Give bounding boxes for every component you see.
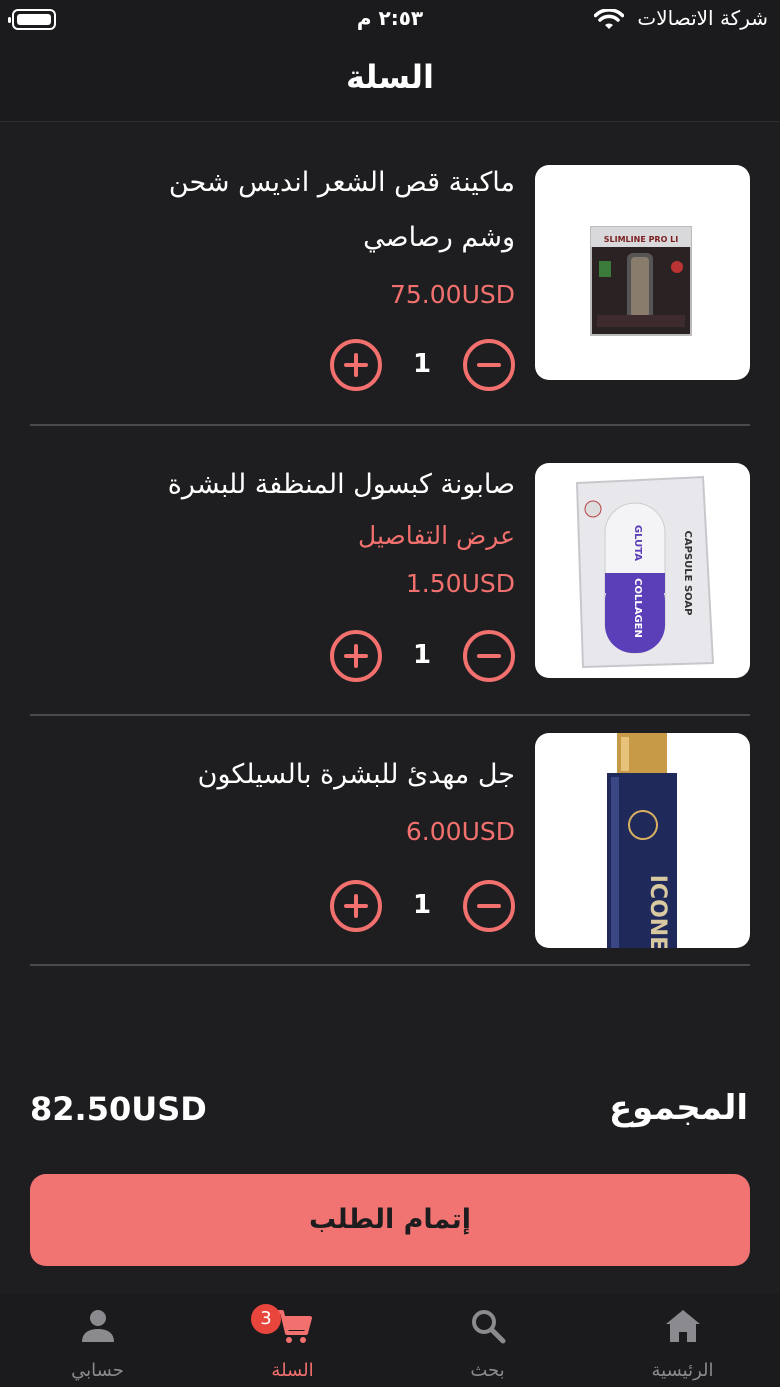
decrease-quantity-button[interactable] <box>463 339 515 391</box>
tab-account-label: حسابي <box>71 1360 124 1381</box>
quantity-stepper: 1 <box>330 630 515 684</box>
product-name[interactable]: جل مهدئ للبشرة بالسيلكون <box>115 747 515 802</box>
carrier-name: شركة الاتصالات <box>637 6 768 30</box>
product-name-line2[interactable]: وشم رصاصي <box>115 210 515 265</box>
product-name[interactable]: ماكينة قص الشعر انديس شحن <box>115 155 515 210</box>
hair-clipper-product-image[interactable]: SLIMLINE PRO LI <box>535 165 750 380</box>
quantity-value: 1 <box>412 890 432 920</box>
total-value: 82.50USD <box>30 1090 207 1128</box>
header: السلة <box>0 40 780 122</box>
increase-quantity-button[interactable] <box>330 880 382 932</box>
decrease-quantity-button[interactable] <box>463 880 515 932</box>
increase-quantity-button[interactable] <box>330 630 382 682</box>
tab-cart[interactable]: 3 السلة <box>195 1294 390 1387</box>
product-price: 75.00USD <box>390 280 515 309</box>
svg-text:COLLAGEN: COLLAGEN <box>632 578 643 638</box>
increase-quantity-button[interactable] <box>330 339 382 391</box>
cart-item: SLIMLINE PRO LI ماكينة قص الشعر انديس شح… <box>30 165 750 391</box>
item-info: جل مهدئ للبشرة بالسيلكون 6.00USD <box>115 747 515 856</box>
quantity-value: 1 <box>412 349 432 379</box>
svg-text:SLIMLINE PRO LI: SLIMLINE PRO LI <box>604 235 679 244</box>
item-info: ماكينة قص الشعر انديس شحن وشم رصاصي 75.0… <box>115 155 515 319</box>
product-name[interactable]: صابونة كبسول المنظفة للبشرة <box>115 457 515 512</box>
svg-text:ICONE: ICONE <box>645 875 670 948</box>
home-icon <box>666 1310 700 1342</box>
svg-text:CAPSULE SOAP: CAPSULE SOAP <box>682 531 693 616</box>
page-title: السلة <box>345 58 434 96</box>
quantity-stepper: 1 <box>330 339 515 393</box>
cart-count-badge: 3 <box>251 1304 281 1334</box>
total-label: المجموع <box>608 1088 748 1128</box>
tab-bar: الرئيسية بحث 3 السلة حسابي <box>0 1294 780 1387</box>
item-divider <box>30 424 750 426</box>
person-icon <box>82 1310 114 1342</box>
product-price: 1.50USD <box>405 569 515 598</box>
product-price: 6.00USD <box>405 817 515 846</box>
silicone-gel-product-image[interactable]: ICONE <box>535 733 750 948</box>
tab-search[interactable]: بحث <box>390 1294 585 1387</box>
tab-search-label: بحث <box>470 1360 505 1381</box>
item-info: صابونة كبسول المنظفة للبشرة عرض التفاصيل… <box>115 457 515 608</box>
quantity-value: 1 <box>412 640 432 670</box>
checkout-button[interactable]: إتمام الطلب <box>30 1174 750 1266</box>
tab-home-label: الرئيسية <box>651 1360 714 1381</box>
tab-cart-label: السلة <box>271 1360 314 1381</box>
item-divider <box>30 964 750 966</box>
wifi-icon <box>594 9 624 29</box>
tab-home[interactable]: الرئيسية <box>585 1294 780 1387</box>
quantity-stepper: 1 <box>330 880 515 934</box>
capsule-soap-product-image[interactable]: GLUTA COLLAGEN CAPSULE SOAP <box>535 463 750 678</box>
status-bar: ٢:٥٣ م شركة الاتصالات <box>0 0 780 40</box>
view-details-link[interactable]: عرض التفاصيل <box>115 512 515 560</box>
cart-item: ICONE جل مهدئ للبشرة بالسيلكون 6.00USD 1 <box>30 733 750 953</box>
svg-text:GLUTA: GLUTA <box>632 525 643 561</box>
cart-item: GLUTA COLLAGEN CAPSULE SOAP صابونة كبسول… <box>30 463 750 683</box>
decrease-quantity-button[interactable] <box>463 630 515 682</box>
item-divider <box>30 714 750 716</box>
search-icon <box>472 1310 506 1344</box>
tab-account[interactable]: حسابي <box>0 1294 195 1387</box>
